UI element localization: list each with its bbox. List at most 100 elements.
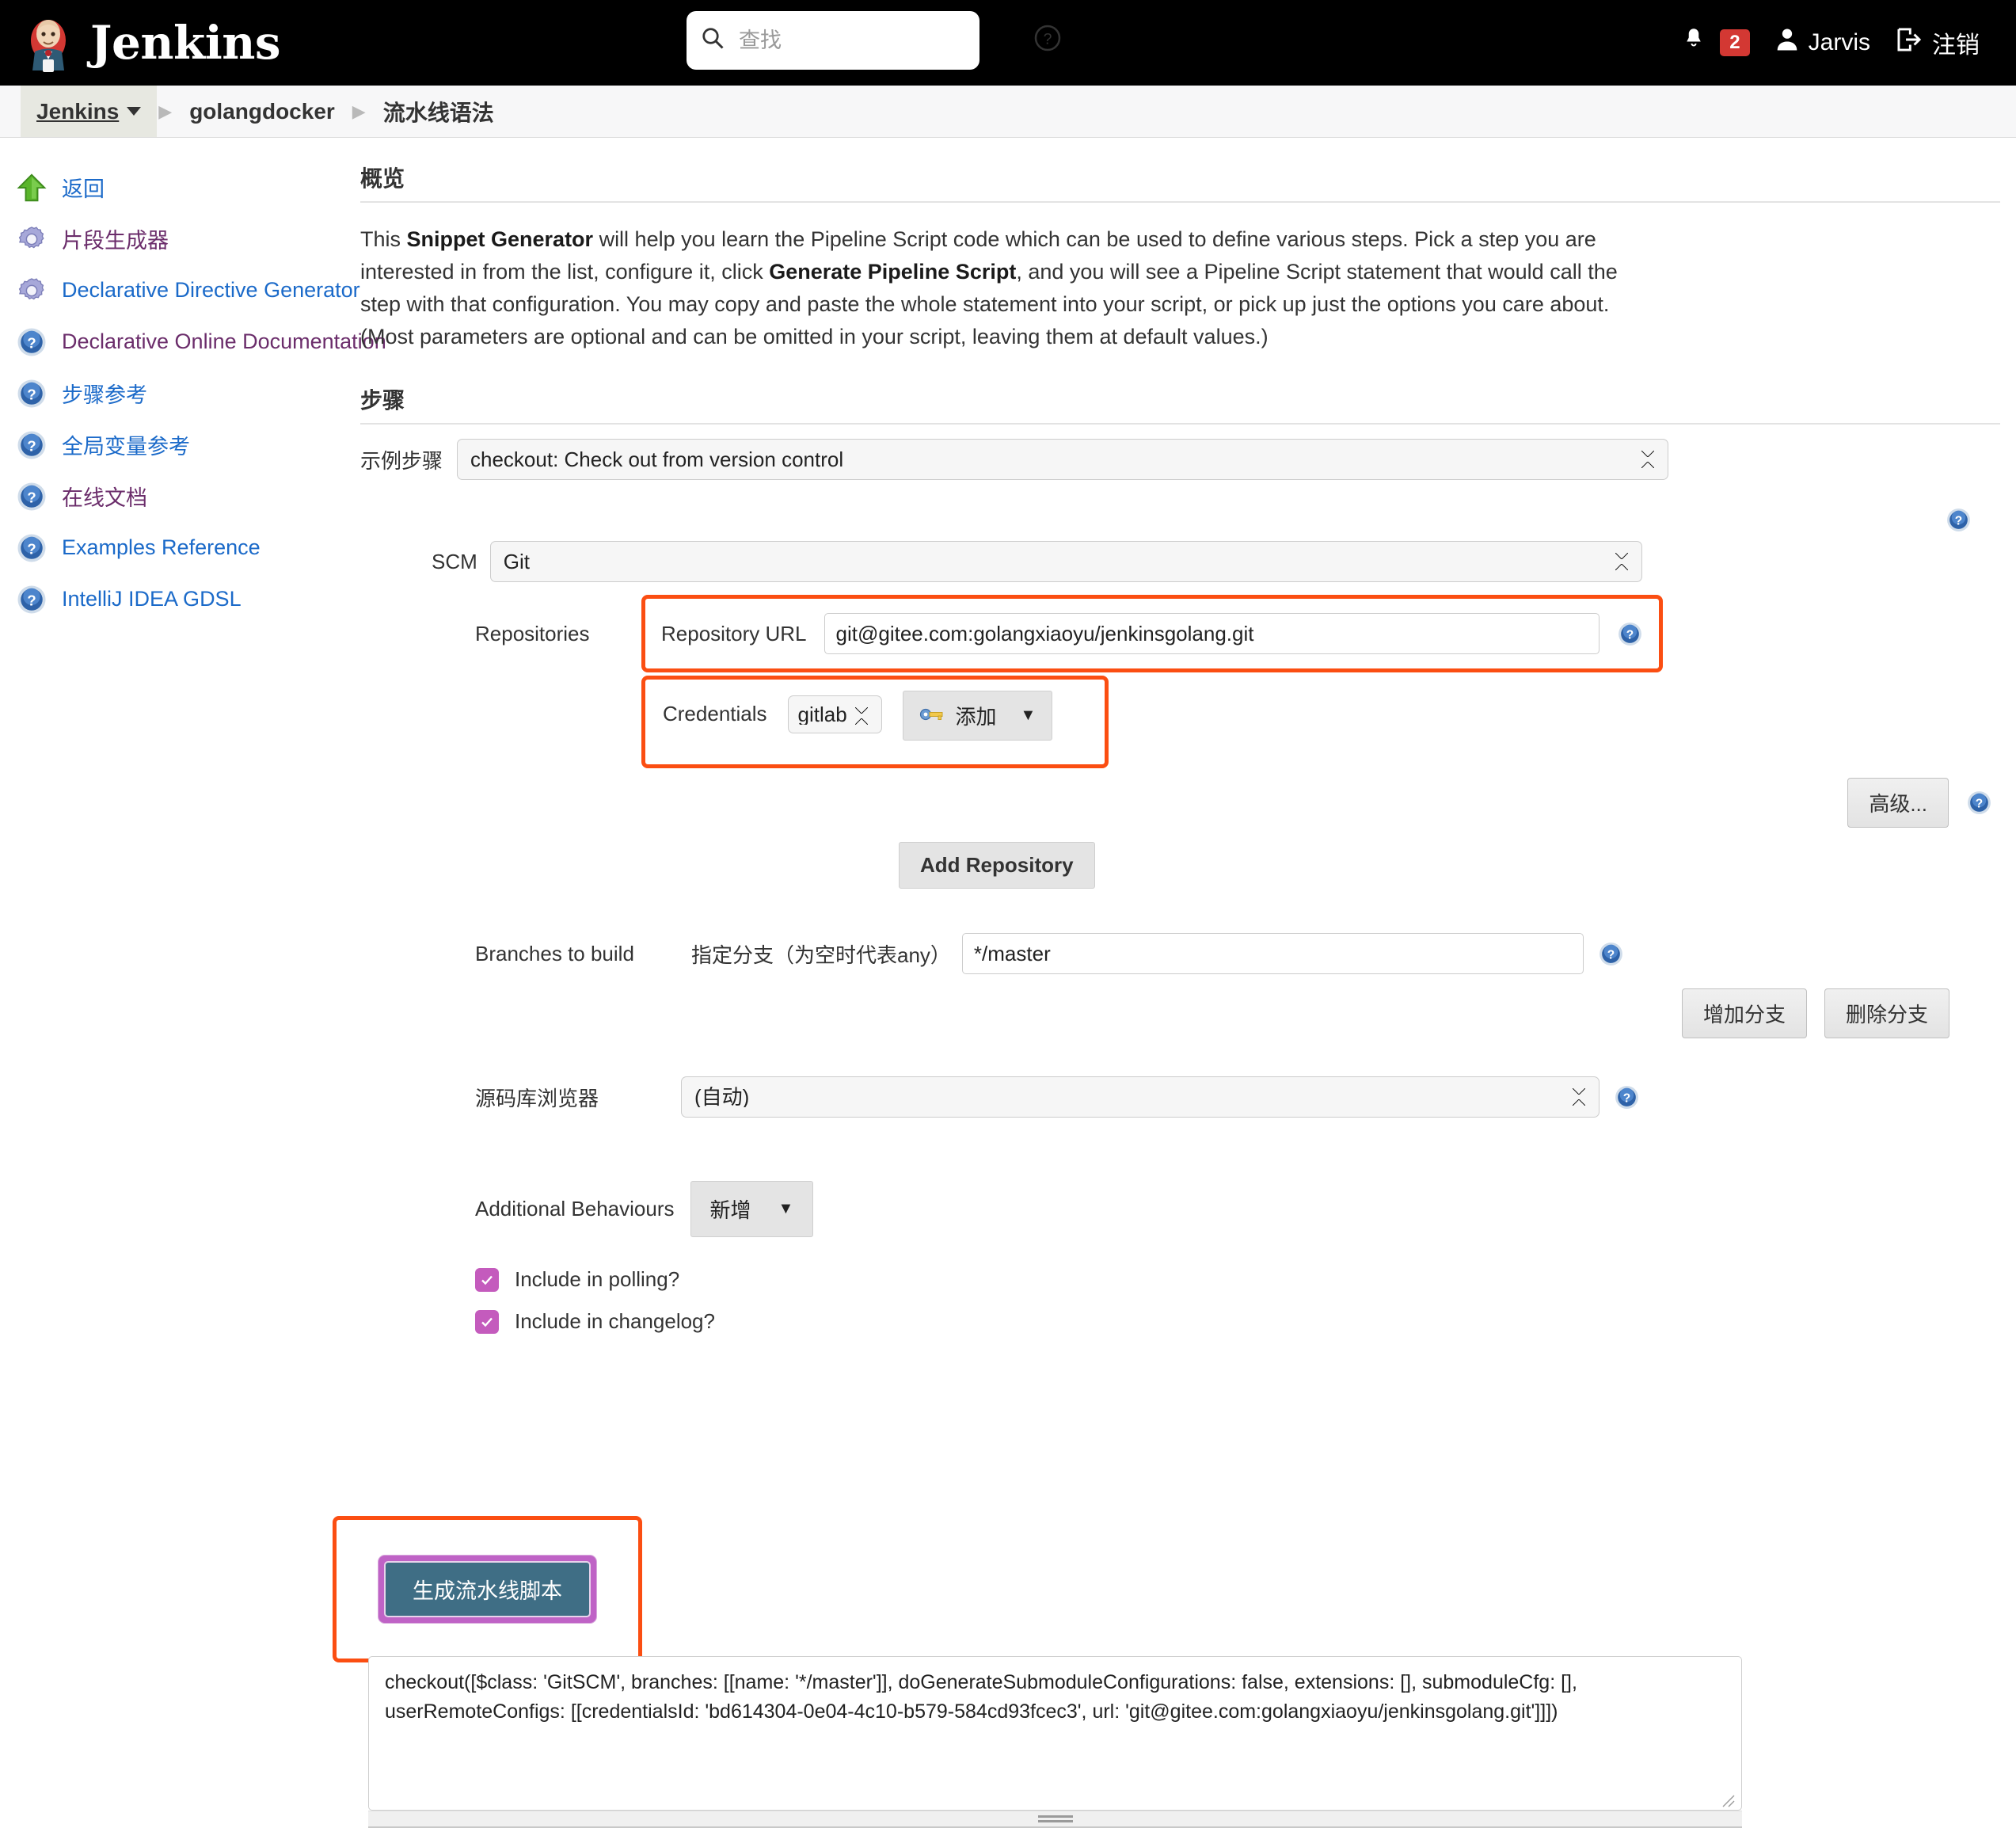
sidebar-item-global-variable-reference[interactable]: ? 全局变量参考 [16, 419, 360, 470]
help-icon[interactable]: ? [1598, 941, 1624, 967]
sample-step-row: 示例步骤 checkout: Check out from version co… [360, 439, 2000, 481]
repository-url-label: Repository URL [661, 621, 807, 646]
generated-script-text: checkout([$class: 'GitSCM', branches: [[… [385, 1671, 1577, 1723]
up-arrow-icon [16, 172, 48, 204]
svg-text:?: ? [27, 540, 36, 557]
sidebar-item-declarative-online-documentation[interactable]: ? Declarative Online Documentation [16, 316, 386, 368]
search-help-icon[interactable]: ? [1033, 24, 1062, 58]
sidebar-item-examples-reference[interactable]: ? Examples Reference [16, 522, 360, 573]
branch-spec-label: 指定分支（为空时代表any） [691, 943, 951, 967]
advanced-button[interactable]: 高级... [1847, 778, 1949, 828]
sidebar-item-step-reference[interactable]: ? 步骤参考 [16, 368, 360, 419]
include-changelog-checkbox[interactable] [475, 1309, 499, 1334]
branch-spec-input[interactable] [961, 933, 1584, 975]
svg-text:?: ? [1626, 628, 1634, 642]
script-output-section: checkout([$class: 'GitSCM', branches: [[… [368, 1656, 2000, 1828]
svg-text:?: ? [1607, 948, 1615, 962]
svg-text:?: ? [27, 437, 36, 454]
help-icon: ? [16, 378, 48, 409]
logout-label: 注销 [1932, 32, 1980, 59]
breadcrumb-item-golangdocker[interactable]: golangdocker [173, 86, 351, 137]
help-icon[interactable]: ? [1617, 621, 1643, 647]
sample-step-select[interactable]: checkout: Check out from version control [457, 439, 1669, 481]
logout-button[interactable]: 注销 [1883, 0, 1992, 86]
repositories-row: Repositories Repository URL ? [475, 595, 2000, 673]
scm-label: SCM [432, 549, 477, 573]
breadcrumb-separator: ▶ [352, 101, 366, 121]
add-repository-button[interactable]: Add Repository [899, 842, 1095, 889]
repo-browser-row: 源码库浏览器 (自动) ? [475, 1076, 2000, 1118]
credentials-label: Credentials [663, 702, 767, 726]
brand-title: Jenkins [90, 16, 281, 70]
repo-browser-select[interactable]: (自动) [681, 1076, 1599, 1118]
header-actions: 2 Jarvis 注销 [1669, 0, 1992, 86]
sidebar-item-back[interactable]: 返回 [16, 162, 360, 213]
breadcrumb-item-jenkins[interactable]: Jenkins [21, 86, 158, 137]
credentials-highlight: Credentials gitlab 添加 ▼ [641, 676, 1109, 769]
svg-text:?: ? [1955, 515, 1962, 528]
notifications-button[interactable]: 2 [1669, 0, 1762, 86]
repositories-label: Repositories [475, 621, 590, 646]
add-repository-row: Add Repository [899, 842, 2000, 889]
chevron-down-icon[interactable]: ▼ [778, 1200, 794, 1218]
user-name-label: Jarvis [1808, 29, 1870, 55]
user-menu-button[interactable]: Jarvis [1763, 0, 1883, 86]
key-icon [919, 703, 945, 728]
credentials-select[interactable]: gitlab [787, 695, 882, 734]
sidebar-item-label: 返回 [62, 177, 105, 201]
include-polling-checkbox[interactable] [475, 1267, 499, 1292]
gear-icon [16, 275, 48, 307]
overview-divider [360, 201, 2000, 203]
drag-grip-icon [1037, 1815, 1073, 1823]
generated-script-textarea[interactable]: checkout([$class: 'GitSCM', branches: [[… [368, 1656, 1742, 1811]
add-credentials-button[interactable]: 添加 ▼ [902, 691, 1053, 741]
additional-behaviours-row: Additional Behaviours 新增 ▼ [475, 1181, 2000, 1238]
help-icon: ? [16, 532, 48, 564]
sidebar-item-declarative-directive-generator[interactable]: Declarative Directive Generator [16, 265, 360, 316]
help-icon: ? [16, 326, 48, 358]
repo-browser-label: 源码库浏览器 [475, 1086, 599, 1110]
jenkins-mascot-icon [24, 13, 73, 72]
branch-buttons-row: 增加分支 删除分支 [360, 988, 2000, 1039]
resize-handle-icon[interactable] [1718, 1788, 1736, 1807]
sidebar-item-snippet-generator[interactable]: 片段生成器 [16, 213, 360, 265]
sidebar-item-online-documentation[interactable]: ? 在线文档 [16, 470, 360, 522]
sidebar-item-label: IntelliJ IDEA GDSL [62, 587, 242, 611]
help-icon[interactable]: ? [1966, 790, 1992, 816]
generate-pipeline-script-button[interactable]: 生成流水线脚本 [378, 1555, 597, 1624]
scm-select[interactable]: Git [489, 541, 1642, 583]
help-icon[interactable]: ? [1946, 507, 1972, 533]
add-branch-button[interactable]: 增加分支 [1681, 988, 1807, 1039]
chevron-down-icon[interactable] [127, 107, 142, 116]
panel-drag-handle[interactable] [368, 1811, 1742, 1828]
chevron-down-icon[interactable]: ▼ [1021, 706, 1037, 725]
svg-text:?: ? [27, 592, 36, 608]
repository-url-input[interactable] [824, 613, 1599, 655]
help-icon: ? [16, 429, 48, 461]
breadcrumb-item-pipeline-syntax[interactable]: 流水线语法 [367, 86, 510, 137]
include-changelog-row: Include in changelog? [475, 1309, 2000, 1334]
breadcrumb-label: Jenkins [36, 98, 120, 124]
generate-button-label: 生成流水线脚本 [384, 1561, 591, 1618]
sidebar-item-intellij-idea-gdsl[interactable]: ? IntelliJ IDEA GDSL [16, 573, 360, 625]
generate-section: 生成流水线脚本 [333, 1516, 2000, 1663]
delete-branch-button[interactable]: 删除分支 [1824, 988, 1949, 1039]
intro-bold-1: Snippet Generator [406, 227, 594, 251]
search-box[interactable]: ? [687, 11, 1061, 70]
svg-text:?: ? [1976, 798, 1983, 811]
help-icon[interactable]: ? [1614, 1084, 1640, 1110]
sidebar-item-label: 全局变量参考 [62, 435, 190, 459]
svg-text:?: ? [27, 489, 36, 505]
help-icon: ? [16, 481, 48, 512]
sidebar-item-label: 片段生成器 [62, 229, 169, 253]
include-changelog-label: Include in changelog? [515, 1309, 715, 1334]
add-behaviour-button[interactable]: 新增 ▼ [690, 1181, 814, 1238]
bell-icon [1682, 26, 1706, 59]
jenkins-logo-link[interactable]: Jenkins [24, 13, 281, 72]
steps-heading: 步骤 [360, 388, 405, 413]
main-content: 概览 This Snippet Generator will help you … [333, 138, 2016, 1828]
sidebar: 返回 片段生成器 Declarative Directive Generator [0, 138, 386, 1828]
help-icon: ? [16, 584, 48, 615]
search-icon [701, 26, 725, 55]
search-input[interactable] [737, 27, 1021, 54]
